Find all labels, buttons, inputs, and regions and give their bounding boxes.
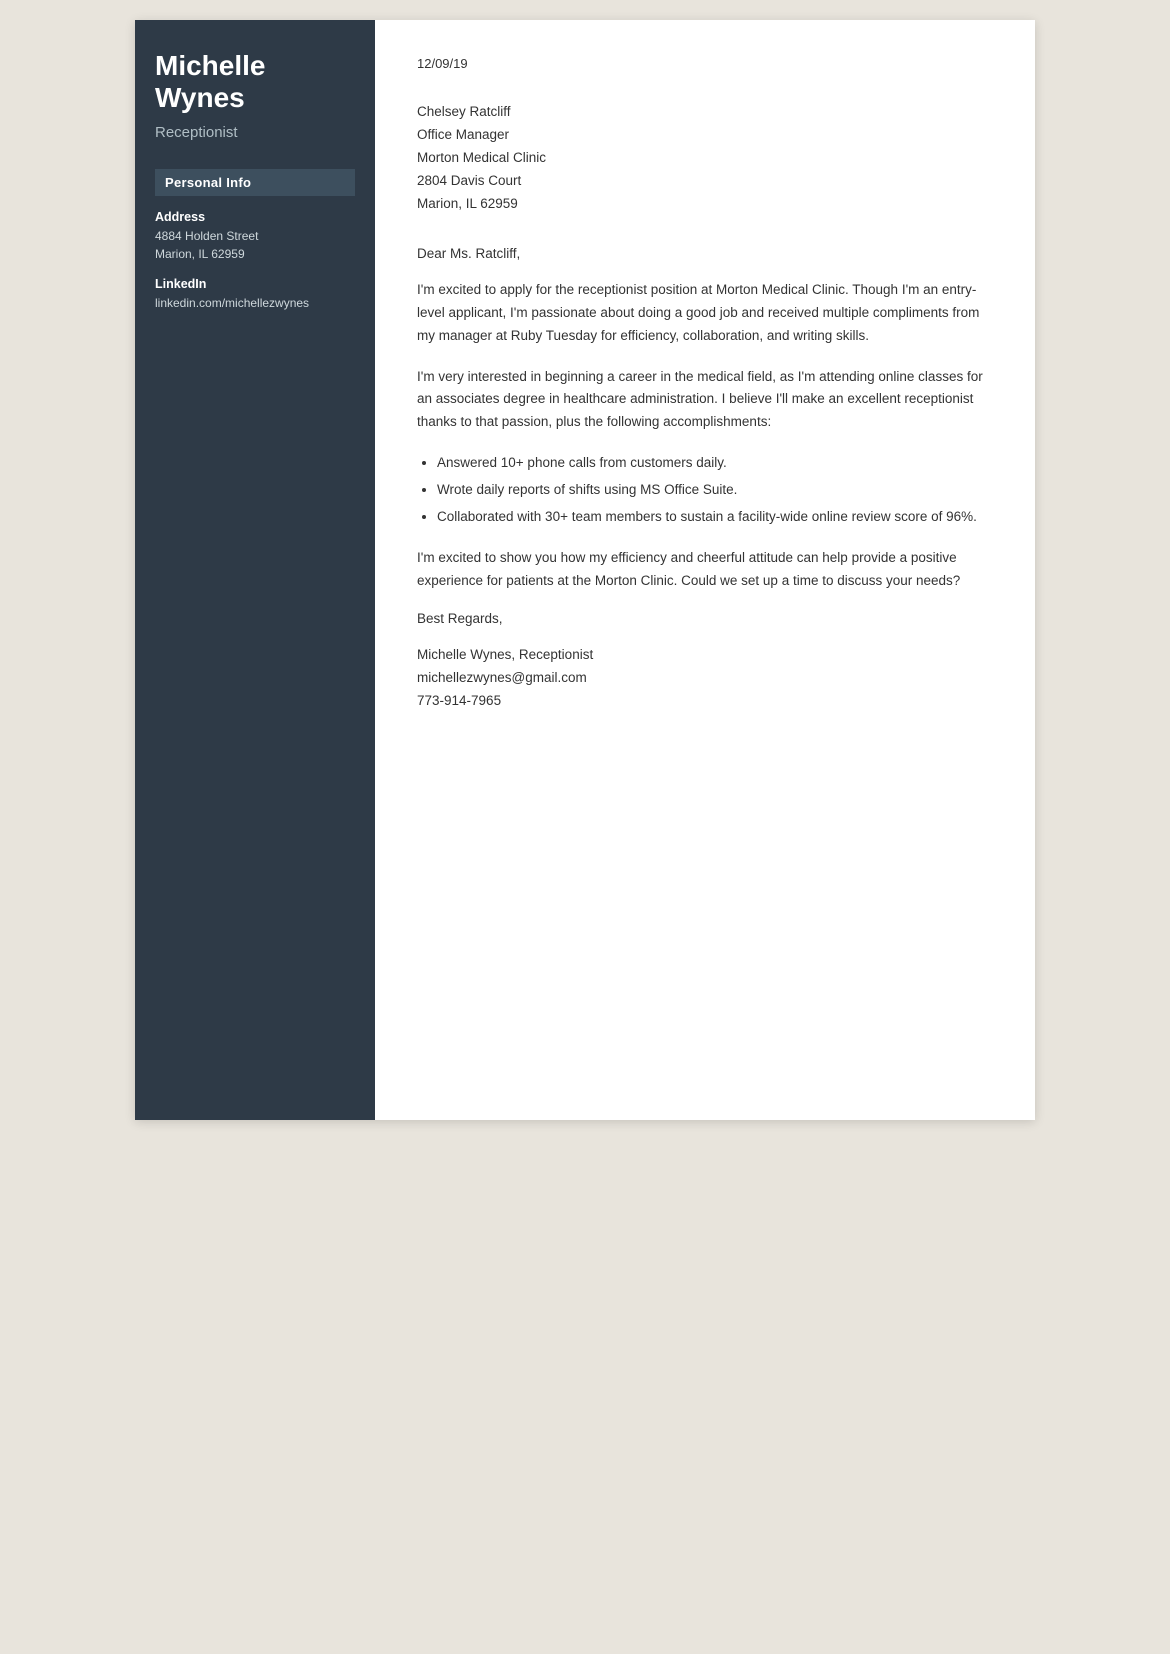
signature-email: michellezwynes@gmail.com <box>417 667 993 690</box>
paragraph-1: I'm excited to apply for the receptionis… <box>417 279 993 348</box>
document-wrapper: Michelle Wynes Receptionist Personal Inf… <box>135 20 1035 1120</box>
salutation: Dear Ms. Ratcliff, <box>417 246 993 261</box>
recipient-title: Office Manager <box>417 124 993 147</box>
paragraph-2: I'm very interested in beginning a caree… <box>417 366 993 435</box>
letter-date: 12/09/19 <box>417 56 993 71</box>
main-content: 12/09/19 Chelsey Ratcliff Office Manager… <box>375 20 1035 1120</box>
signature-block: Michelle Wynes, Receptionist michellezwy… <box>417 644 993 713</box>
address-value: 4884 Holden Street Marion, IL 62959 <box>155 227 355 263</box>
paragraph-3: I'm excited to show you how my efficienc… <box>417 547 993 593</box>
applicant-name: Michelle Wynes <box>155 50 355 114</box>
recipient-address1: 2804 Davis Court <box>417 170 993 193</box>
signature-phone: 773-914-7965 <box>417 690 993 713</box>
closing: Best Regards, <box>417 611 993 626</box>
linkedin-value: linkedin.com/michellezwynes <box>155 294 355 312</box>
sidebar: Michelle Wynes Receptionist Personal Inf… <box>135 20 375 1120</box>
recipient-name: Chelsey Ratcliff <box>417 101 993 124</box>
list-item: Collaborated with 30+ team members to su… <box>437 506 993 529</box>
linkedin-label: LinkedIn <box>155 277 355 291</box>
recipient-company: Morton Medical Clinic <box>417 147 993 170</box>
address-label: Address <box>155 210 355 224</box>
personal-info-header: Personal Info <box>155 169 355 196</box>
list-item: Answered 10+ phone calls from customers … <box>437 452 993 475</box>
list-item: Wrote daily reports of shifts using MS O… <box>437 479 993 502</box>
applicant-title: Receptionist <box>155 124 355 141</box>
recipient-block: Chelsey Ratcliff Office Manager Morton M… <box>417 101 993 216</box>
signature-name: Michelle Wynes, Receptionist <box>417 644 993 667</box>
recipient-address2: Marion, IL 62959 <box>417 193 993 216</box>
accomplishments-list: Answered 10+ phone calls from customers … <box>417 452 993 529</box>
